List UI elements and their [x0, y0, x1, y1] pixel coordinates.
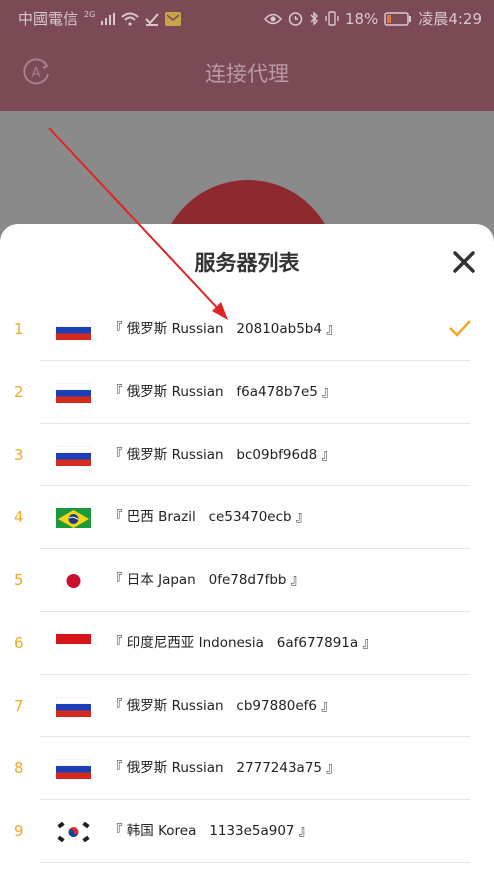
sheet-title: 服务器列表 — [194, 251, 300, 275]
server-label: 『 俄罗斯 Russian f6a478b7e5 』 — [109, 383, 336, 400]
server-label: 『 俄罗斯 Russian 20810ab5b4 』 — [109, 321, 340, 337]
close-icon[interactable] — [448, 246, 480, 278]
russia-flag-icon — [55, 445, 92, 466]
mail-icon — [165, 11, 182, 26]
network-type: 2G — [84, 10, 96, 19]
server-row[interactable]: 8 『 俄罗斯 Russian 2777243a75 』 — [0, 737, 494, 800]
signal-icon — [101, 12, 116, 25]
server-row[interactable]: 1 『 俄罗斯 Russian 20810ab5b4 』 — [0, 298, 494, 361]
server-row[interactable]: 9 『 韩国 Korea 1133e5a907 』 — [0, 800, 494, 863]
server-index: 6 — [14, 633, 24, 652]
server-index: 8 — [14, 759, 24, 778]
server-index: 2 — [14, 382, 24, 401]
russia-flag-icon — [55, 696, 92, 717]
server-list-sheet: 服务器列表 1 『 俄罗斯 Russian 20810ab5b4 』 2 『 俄罗斯 … — [0, 224, 494, 889]
russia-flag-icon — [55, 382, 92, 403]
server-row[interactable]: 3 『 俄罗斯 Russian bc09bf96d8 』 — [0, 424, 494, 487]
server-list: 1 『 俄罗斯 Russian 20810ab5b4 』 2 『 俄罗斯 Russia… — [0, 298, 494, 863]
korea-flag-icon — [56, 821, 91, 843]
alarm-icon — [288, 12, 303, 26]
server-row[interactable]: 6 『 印度尼西亚 Indonesia 6af677891a 』 — [0, 612, 494, 675]
server-index: 7 — [14, 696, 24, 715]
server-index: 1 — [14, 320, 24, 338]
server-index: 9 — [14, 822, 24, 840]
check-notification-icon — [145, 12, 160, 26]
wifi-icon — [121, 12, 139, 26]
server-label: 『 俄罗斯 Russian 2777243a75 』 — [109, 760, 340, 777]
server-label: 『 印度尼西亚 Indonesia 6af677891a 』 — [109, 634, 376, 651]
server-label: 『 日本 Japan 0fe78d7fbb 』 — [109, 572, 305, 588]
server-row[interactable]: 4 『 巴西 Brazil ce53470ecb 』 — [0, 486, 494, 549]
russia-flag-icon — [55, 319, 92, 340]
selected-check-icon — [449, 320, 471, 337]
japan-flag-icon — [56, 571, 91, 591]
bluetooth-icon — [310, 11, 318, 26]
server-row[interactable]: 2 『 俄罗斯 Russian f6a478b7e5 』 — [0, 361, 494, 424]
russia-flag-icon — [55, 759, 92, 780]
clock: 凌晨4:29 — [418, 10, 482, 28]
carrier-label: 中國電信 — [18, 10, 79, 28]
battery-percent: 18% — [344, 9, 379, 28]
server-label: 『 俄罗斯 Russian cb97880ef6 』 — [109, 697, 335, 714]
row-divider — [40, 861, 470, 863]
vibrate-icon — [325, 11, 339, 26]
server-index: 3 — [14, 445, 24, 464]
server-row[interactable]: 7 『 俄罗斯 Russian cb97880ef6 』 — [0, 675, 494, 738]
page-title: 连接代理 — [205, 62, 289, 86]
server-label: 『 巴西 Brazil ce53470ecb 』 — [109, 509, 310, 526]
status-bar: 中國電信 2G 18% 凌晨4:29 — [0, 0, 494, 36]
server-row[interactable]: 5 『 日本 Japan 0fe78d7fbb 』 — [0, 549, 494, 612]
eye-icon — [263, 13, 282, 24]
server-label: 『 俄罗斯 Russian bc09bf96d8 』 — [109, 446, 336, 463]
battery-icon — [384, 11, 412, 26]
app-header: A 连接代理 — [0, 36, 494, 111]
server-label: 『 韩国 Korea 1133e5a907 』 — [109, 823, 313, 839]
server-index: 4 — [14, 508, 24, 527]
brazil-flag-icon — [56, 508, 91, 531]
indonesia-flag-icon — [56, 633, 91, 654]
server-index: 5 — [14, 571, 24, 589]
